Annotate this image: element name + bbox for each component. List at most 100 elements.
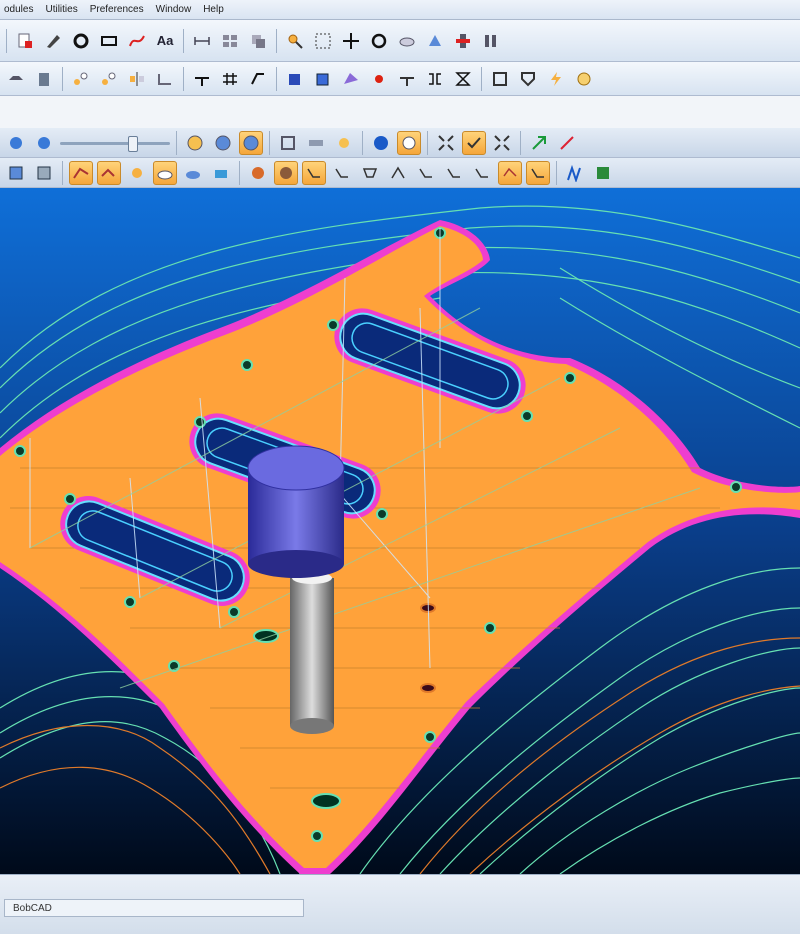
cam-toolbar bbox=[0, 158, 800, 188]
menu-preferences[interactable]: Preferences bbox=[90, 4, 144, 15]
hidden-line-icon[interactable] bbox=[304, 131, 328, 155]
wireframe-icon[interactable] bbox=[276, 131, 300, 155]
view-front-icon[interactable] bbox=[183, 131, 207, 155]
drill-icon[interactable] bbox=[246, 161, 270, 185]
toolbar-separator bbox=[183, 66, 184, 91]
trim-icon[interactable] bbox=[190, 67, 214, 91]
contour-icon[interactable] bbox=[302, 160, 326, 185]
status-app-name: BobCAD bbox=[4, 899, 304, 917]
line-icon[interactable] bbox=[395, 67, 419, 91]
clock-icon[interactable] bbox=[572, 67, 596, 91]
arrow-icon[interactable] bbox=[527, 131, 551, 155]
mill-icon[interactable] bbox=[4, 67, 28, 91]
chain-icon[interactable] bbox=[69, 67, 93, 91]
tap-icon[interactable] bbox=[274, 160, 298, 185]
bolt-icon[interactable] bbox=[544, 67, 568, 91]
toolbar-separator bbox=[183, 28, 184, 53]
surface-icon[interactable] bbox=[339, 67, 363, 91]
box-view-alt-icon[interactable] bbox=[32, 161, 56, 185]
thread-mill-icon[interactable] bbox=[442, 161, 466, 185]
box-view-icon[interactable] bbox=[4, 161, 28, 185]
profile-icon[interactable] bbox=[330, 161, 354, 185]
rest-mill-icon[interactable] bbox=[526, 160, 550, 185]
shaded-icon[interactable] bbox=[397, 130, 421, 155]
solid-icon[interactable] bbox=[311, 67, 335, 91]
stock-icon[interactable] bbox=[181, 161, 205, 185]
slider-thumb[interactable] bbox=[128, 135, 138, 152]
post-icon[interactable] bbox=[591, 161, 615, 185]
select-icon[interactable] bbox=[462, 130, 486, 155]
spline-icon[interactable] bbox=[125, 29, 149, 53]
view-icon[interactable] bbox=[423, 29, 447, 53]
finishing-icon[interactable] bbox=[498, 160, 522, 185]
simulation-speed-slider[interactable] bbox=[60, 135, 170, 152]
main-toolbar: Aa bbox=[0, 20, 800, 62]
menu-utilities[interactable]: Utilities bbox=[45, 4, 77, 15]
toolbar-separator bbox=[276, 66, 277, 91]
light-icon[interactable] bbox=[332, 131, 356, 155]
shield-icon[interactable] bbox=[516, 67, 540, 91]
slider-track bbox=[60, 141, 170, 145]
graphics-viewport[interactable] bbox=[0, 188, 800, 874]
rectangle-icon[interactable] bbox=[97, 29, 121, 53]
bin-icon[interactable] bbox=[32, 67, 56, 91]
toolpath-display-icon[interactable] bbox=[69, 160, 93, 185]
toolbar-separator bbox=[362, 130, 363, 155]
spacing-icon[interactable] bbox=[423, 67, 447, 91]
layers-icon[interactable] bbox=[246, 29, 270, 53]
measure-icon[interactable] bbox=[555, 131, 579, 155]
zoom-icon[interactable] bbox=[283, 29, 307, 53]
toolbar-separator bbox=[556, 160, 557, 185]
tool-shank bbox=[290, 578, 334, 726]
pencil-icon[interactable] bbox=[41, 29, 65, 53]
toolbar-separator bbox=[520, 130, 521, 155]
fit-icon[interactable] bbox=[434, 131, 458, 155]
simulate-icon[interactable] bbox=[153, 160, 177, 185]
offset-icon[interactable] bbox=[153, 67, 177, 91]
toolbar-separator bbox=[62, 160, 63, 185]
grid-icon[interactable] bbox=[218, 29, 242, 53]
pocket-icon[interactable] bbox=[488, 67, 512, 91]
redo-icon[interactable] bbox=[32, 131, 56, 155]
toolbar-gap bbox=[0, 96, 800, 129]
gear-icon[interactable] bbox=[69, 29, 93, 53]
render-icon[interactable] bbox=[369, 131, 393, 155]
dimension-icon[interactable] bbox=[190, 29, 214, 53]
chamfer-mill-icon[interactable] bbox=[414, 161, 438, 185]
machine-icon[interactable] bbox=[451, 29, 475, 53]
view-top-icon[interactable] bbox=[211, 131, 235, 155]
toolpath-select-icon[interactable] bbox=[97, 160, 121, 185]
cad-scene[interactable] bbox=[0, 188, 800, 874]
frame-icon[interactable] bbox=[490, 131, 514, 155]
text-tool-label: Aa bbox=[156, 33, 174, 48]
tools-icon[interactable] bbox=[479, 29, 503, 53]
pan-icon[interactable] bbox=[339, 29, 363, 53]
tool-holder-top bbox=[247, 445, 345, 491]
point-icon[interactable] bbox=[367, 67, 391, 91]
pocketing-icon[interactable] bbox=[358, 161, 382, 185]
chamfer-icon[interactable] bbox=[451, 67, 475, 91]
hand-icon[interactable] bbox=[125, 161, 149, 185]
view-iso-icon[interactable] bbox=[239, 130, 263, 155]
verify-icon[interactable] bbox=[563, 161, 587, 185]
chain-select-icon[interactable] bbox=[97, 67, 121, 91]
new-file-icon[interactable] bbox=[13, 29, 37, 53]
status-bar: BobCAD bbox=[0, 874, 800, 934]
extend-icon[interactable] bbox=[218, 67, 242, 91]
machine-setup-icon[interactable] bbox=[209, 161, 233, 185]
roughing-icon[interactable] bbox=[470, 161, 494, 185]
zoom-window-icon[interactable] bbox=[311, 29, 335, 53]
undo-icon[interactable] bbox=[4, 131, 28, 155]
text-tool-button[interactable]: Aa bbox=[153, 29, 177, 53]
toolbar-separator bbox=[276, 28, 277, 53]
rotate-icon[interactable] bbox=[367, 29, 391, 53]
break-icon[interactable] bbox=[246, 67, 270, 91]
menu-modules[interactable]: odules bbox=[4, 4, 33, 15]
toolbar-separator bbox=[239, 160, 240, 185]
menu-help[interactable]: Help bbox=[203, 4, 224, 15]
mirror-icon[interactable] bbox=[125, 67, 149, 91]
shade-icon[interactable] bbox=[395, 29, 419, 53]
menu-window[interactable]: Window bbox=[156, 4, 192, 15]
engrave-icon[interactable] bbox=[386, 161, 410, 185]
cube-icon[interactable] bbox=[283, 67, 307, 91]
